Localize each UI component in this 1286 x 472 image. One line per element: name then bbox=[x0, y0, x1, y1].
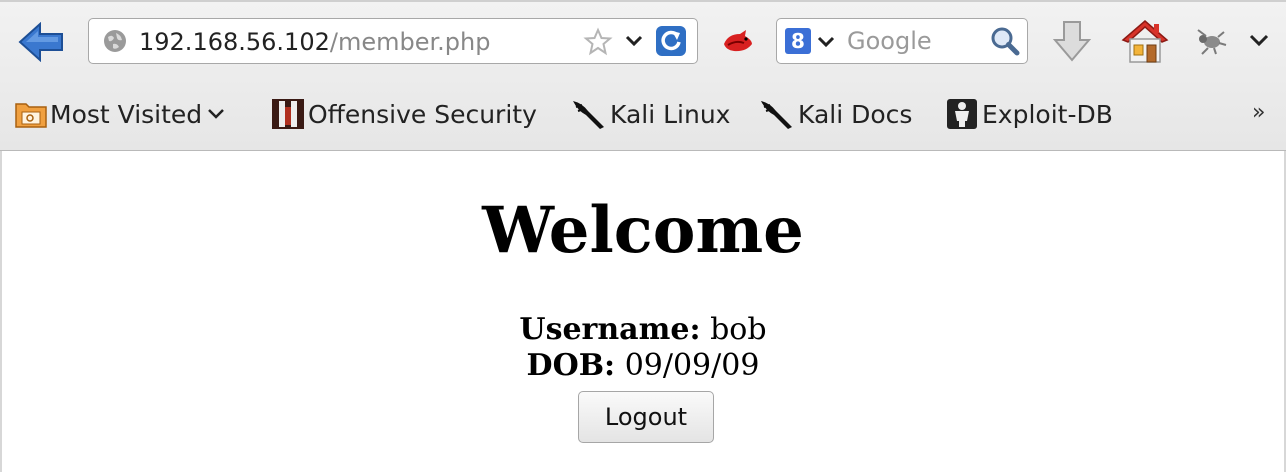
bookmark-label: Offensive Security bbox=[308, 99, 537, 129]
dob-value: 09/09/09 bbox=[624, 348, 760, 383]
folder-icon bbox=[15, 103, 47, 128]
chevron-down-icon[interactable] bbox=[625, 35, 643, 47]
bookmark-most-visited[interactable]: Most Visited bbox=[14, 92, 228, 136]
dob-row: DOB: 09/09/09 bbox=[2, 349, 1284, 383]
offensive-security-icon bbox=[272, 99, 304, 129]
url-path: /member.php bbox=[329, 28, 491, 56]
exploit-db-icon bbox=[947, 99, 977, 129]
url-host: 192.168.56.102 bbox=[139, 28, 330, 56]
google-icon[interactable]: 8 bbox=[785, 28, 811, 54]
bookmark-label: Exploit-DB bbox=[982, 99, 1113, 129]
logout-button[interactable]: Logout bbox=[578, 391, 714, 443]
page-content: Welcome Username: bob DOB: 09/09/09 Logo… bbox=[0, 151, 1286, 472]
search-icon[interactable] bbox=[989, 25, 1021, 57]
dob-label: DOB: bbox=[526, 348, 616, 383]
bookmarks-overflow-button[interactable]: » bbox=[1252, 100, 1265, 125]
bookmark-offensive-security[interactable]: Offensive Security bbox=[270, 92, 537, 136]
search-bar[interactable]: 8 bbox=[776, 18, 1028, 64]
bug-icon[interactable] bbox=[1192, 26, 1228, 56]
bookmark-label: Most Visited bbox=[50, 99, 203, 129]
chevron-down-icon bbox=[208, 109, 225, 119]
kali-dragon-icon bbox=[761, 101, 792, 129]
search-input[interactable] bbox=[847, 27, 987, 55]
home-icon[interactable] bbox=[1120, 18, 1170, 64]
url-bar[interactable]: 192.168.56.102/member.php bbox=[88, 18, 698, 64]
page-title: Welcome bbox=[482, 193, 804, 268]
username-row: Username: bob bbox=[2, 313, 1284, 347]
chevron-down-icon[interactable] bbox=[817, 36, 835, 48]
username-label: Username: bbox=[519, 312, 701, 347]
bookmark-exploit-db[interactable]: Exploit-DB bbox=[944, 92, 1113, 136]
bookmark-label: Kali Docs bbox=[798, 99, 913, 129]
bookmark-star-icon[interactable] bbox=[583, 27, 613, 57]
back-arrow-icon[interactable] bbox=[18, 22, 64, 62]
window-top-border bbox=[0, 0, 1286, 2]
bookmark-kali-docs[interactable]: Kali Docs bbox=[758, 92, 912, 136]
download-icon[interactable] bbox=[1052, 20, 1092, 62]
username-value: bob bbox=[710, 312, 767, 347]
reload-icon[interactable] bbox=[655, 25, 687, 57]
chevron-down-icon[interactable] bbox=[1248, 32, 1270, 48]
url-text[interactable]: 192.168.56.102/member.php bbox=[139, 28, 490, 56]
red-bird-icon[interactable] bbox=[720, 26, 756, 56]
bookmark-label: Kali Linux bbox=[610, 99, 731, 129]
kali-dragon-icon bbox=[573, 101, 604, 129]
browser-chrome: 192.168.56.102/member.php 8 Google Most … bbox=[0, 0, 1286, 151]
bookmark-kali-linux[interactable]: Kali Linux bbox=[570, 92, 730, 136]
globe-icon bbox=[104, 30, 126, 52]
